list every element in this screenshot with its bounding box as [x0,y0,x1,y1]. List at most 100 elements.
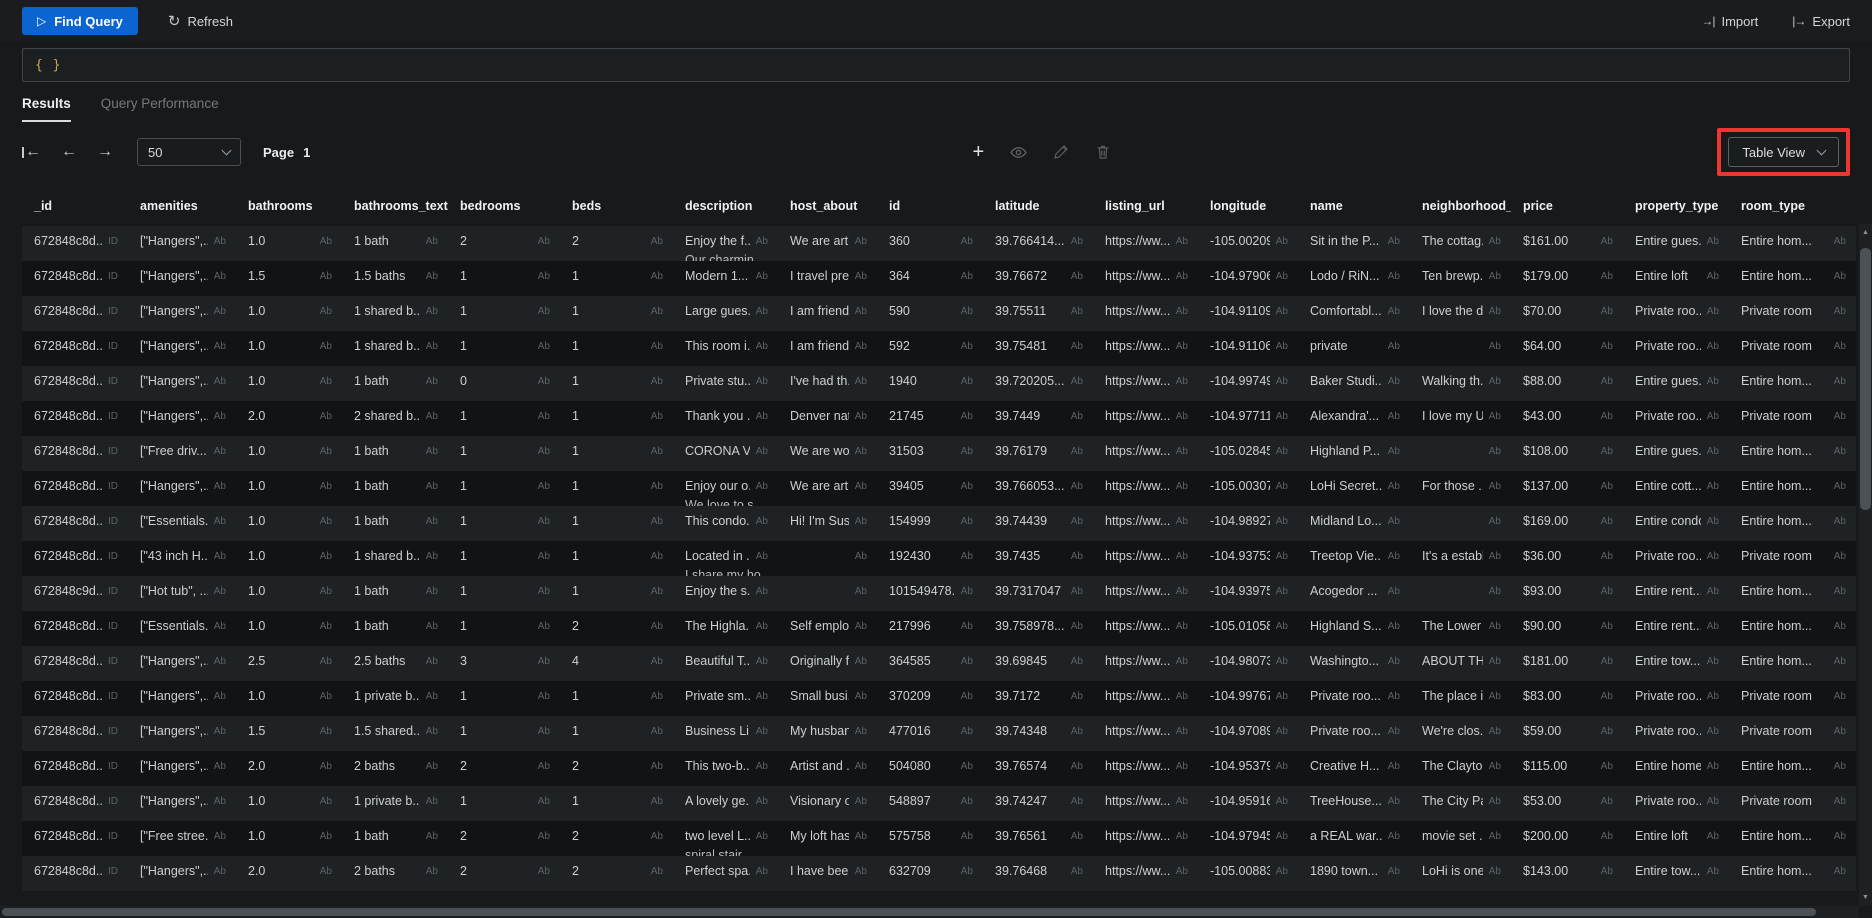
cell-room_type[interactable]: Entire hom...Ab [1729,821,1856,856]
column-header-bedrooms[interactable]: bedrooms [448,186,560,226]
tab-results[interactable]: Results [22,96,71,122]
cell-_id[interactable]: 672848c8d...ID [22,366,128,401]
table-row[interactable]: 672848c8d...ID["Hangers",...Ab1.0Ab1 pri… [22,681,1856,716]
cell-id[interactable]: 39405Ab [877,471,983,506]
cell-bathrooms[interactable]: 1.0Ab [236,471,342,506]
add-document-button[interactable]: + [973,142,985,162]
cell-price[interactable]: $64.00Ab [1511,331,1623,366]
cell-id[interactable]: 21745Ab [877,401,983,436]
cell-name[interactable]: Creative H...Ab [1298,751,1410,786]
cell-neighborhood_[interactable]: Ab [1410,576,1511,611]
cell-price[interactable]: $179.00Ab [1511,261,1623,296]
query-editor[interactable]: { } [22,48,1850,82]
cell-bedrooms[interactable]: 1Ab [448,681,560,716]
cell-bathrooms[interactable]: 2.5Ab [236,646,342,681]
cell-latitude[interactable]: 39.75511Ab [983,296,1093,331]
cell-amenities[interactable]: ["Hangers",...Ab [128,226,236,261]
cell-bathrooms[interactable]: 1.0Ab [236,576,342,611]
table-row[interactable]: 672848c8d...ID["Hangers",...Ab2.0Ab2 bat… [22,751,1856,786]
cell-bedrooms[interactable]: 2Ab [448,751,560,786]
cell-property_type[interactable]: Entire gues...Ab [1623,226,1729,261]
cell-beds[interactable]: 1Ab [560,296,673,331]
cell-_id[interactable]: 672848c8d...ID [22,856,128,891]
cell-_id[interactable]: 672848c8d...ID [22,506,128,541]
cell-listing_url[interactable]: https://ww...Ab [1093,751,1198,786]
cell-latitude[interactable]: 39.7435Ab [983,541,1093,576]
cell-_id[interactable]: 672848c8d...ID [22,261,128,296]
cell-host_about[interactable]: We are wor...Ab [778,436,877,471]
cell-longitude[interactable]: -104.97711Ab [1198,401,1298,436]
cell-description[interactable]: Large gues...Ab [673,296,778,331]
column-header-bathrooms[interactable]: bathrooms [236,186,342,226]
cell-id[interactable]: 370209Ab [877,681,983,716]
cell-longitude[interactable]: -104.91109Ab [1198,296,1298,331]
cell-bedrooms[interactable]: 1Ab [448,296,560,331]
cell-id[interactable]: 364Ab [877,261,983,296]
horizontal-scrollbar-thumb[interactable] [2,908,1816,916]
cell-id[interactable]: 1940Ab [877,366,983,401]
cell-bathrooms[interactable]: 1.0Ab [236,681,342,716]
cell-id[interactable]: 154999Ab [877,506,983,541]
cell-room_type[interactable]: Private roomAb [1729,541,1856,576]
cell-_id[interactable]: 672848c8d...ID [22,331,128,366]
cell-longitude[interactable]: -104.93753Ab [1198,541,1298,576]
cell-beds[interactable]: 2Ab [560,611,673,646]
cell-property_type[interactable]: Private roo...Ab [1623,331,1729,366]
cell-bathrooms_text[interactable]: 1 private b...Ab [342,786,448,821]
prev-page-button[interactable]: ← [61,144,77,160]
cell-room_type[interactable]: Private roomAb [1729,401,1856,436]
cell-id[interactable]: 575758Ab [877,821,983,856]
cell-description[interactable]: Business Li...Ab [673,716,778,751]
cell-latitude[interactable]: 39.76574Ab [983,751,1093,786]
cell-listing_url[interactable]: https://ww...Ab [1093,226,1198,261]
column-header-property_type[interactable]: property_type [1623,186,1729,226]
cell-price[interactable]: $143.00Ab [1511,856,1623,891]
cell-amenities[interactable]: ["43 inch H...Ab [128,541,236,576]
cell-amenities[interactable]: ["Hangers",...Ab [128,331,236,366]
scroll-down-icon[interactable]: ▼ [1859,894,1872,901]
column-header-room_type[interactable]: room_type [1729,186,1856,226]
cell-neighborhood_[interactable]: The place i...Ab [1410,681,1511,716]
cell-listing_url[interactable]: https://ww...Ab [1093,611,1198,646]
cell-price[interactable]: $161.00Ab [1511,226,1623,261]
cell-latitude[interactable]: 39.7449Ab [983,401,1093,436]
cell-name[interactable]: Sit in the P...Ab [1298,226,1410,261]
cell-room_type[interactable]: Entire hom...Ab [1729,366,1856,401]
cell-longitude[interactable]: -104.98073Ab [1198,646,1298,681]
cell-bathrooms_text[interactable]: 1 bathAb [342,226,448,261]
cell-host_about[interactable]: Self emplo...Ab [778,611,877,646]
cell-description[interactable]: CORONA V...Ab [673,436,778,471]
vertical-scrollbar-thumb[interactable] [1860,248,1871,510]
cell-latitude[interactable]: 39.7317047Ab [983,576,1093,611]
column-header-host_about[interactable]: host_about [778,186,877,226]
cell-price[interactable]: $43.00Ab [1511,401,1623,436]
cell-host_about[interactable]: Originally f...Ab [778,646,877,681]
cell-property_type[interactable]: Private roo...Ab [1623,786,1729,821]
cell-description[interactable]: Enjoy our o...AbWe love to s [673,471,778,506]
cell-beds[interactable]: 1Ab [560,541,673,576]
cell-latitude[interactable]: 39.76468Ab [983,856,1093,891]
cell-name[interactable]: Alexandra'...Ab [1298,401,1410,436]
cell-amenities[interactable]: ["Hangers",...Ab [128,786,236,821]
cell-room_type[interactable]: Private roomAb [1729,331,1856,366]
cell-bathrooms[interactable]: 1.0Ab [236,296,342,331]
cell-amenities[interactable]: ["Free stree...Ab [128,821,236,856]
cell-room_type[interactable]: Entire hom...Ab [1729,471,1856,506]
column-header-description[interactable]: description [673,186,778,226]
cell-_id[interactable]: 672848c8d...ID [22,786,128,821]
cell-_id[interactable]: 672848c8d...ID [22,436,128,471]
cell-listing_url[interactable]: https://ww...Ab [1093,401,1198,436]
cell-neighborhood_[interactable]: LoHi is one...Ab [1410,856,1511,891]
cell-neighborhood_[interactable]: I love my U...Ab [1410,401,1511,436]
cell-bathrooms[interactable]: 1.0Ab [236,436,342,471]
cell-description[interactable]: This room i...Ab [673,331,778,366]
import-button[interactable]: →| Import [1701,14,1758,29]
cell-id[interactable]: 477016Ab [877,716,983,751]
table-row[interactable]: 672848c8d...ID["Hangers",...Ab1.0Ab1 pri… [22,786,1856,821]
cell-bedrooms[interactable]: 1Ab [448,261,560,296]
cell-longitude[interactable]: -105.01058...Ab [1198,611,1298,646]
cell-property_type[interactable]: Private roo...Ab [1623,541,1729,576]
cell-amenities[interactable]: ["Hangers",...Ab [128,856,236,891]
cell-price[interactable]: $90.00Ab [1511,611,1623,646]
cell-price[interactable]: $137.00Ab [1511,471,1623,506]
